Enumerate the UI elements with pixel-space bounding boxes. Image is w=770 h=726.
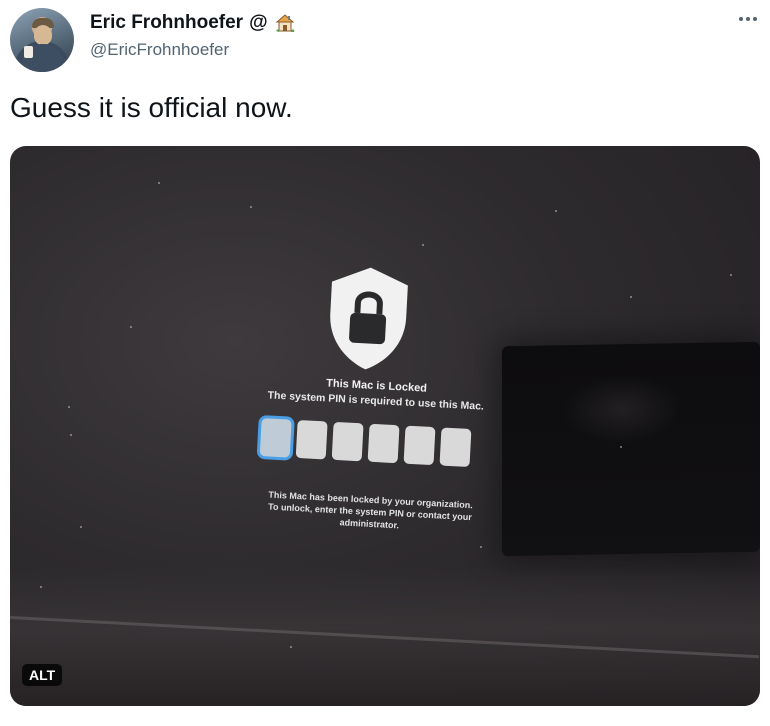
dust-speck: [40, 586, 42, 588]
pin-box[interactable]: [403, 425, 436, 466]
dust-speck: [290, 646, 292, 648]
pin-entry[interactable]: [259, 418, 472, 468]
author-display-name[interactable]: Eric Frohnhoefer: [90, 12, 243, 34]
dust-speck: [130, 326, 132, 328]
avatar[interactable]: [10, 8, 74, 72]
dust-speck: [80, 526, 82, 528]
dust-speck: [730, 274, 732, 276]
author-handle[interactable]: @EricFrohnhoefer: [90, 40, 229, 60]
pin-box[interactable]: [367, 423, 400, 464]
dust-speck: [620, 446, 622, 448]
pin-box[interactable]: [259, 418, 292, 458]
pin-box[interactable]: [439, 427, 472, 468]
alt-badge[interactable]: ALT: [22, 664, 63, 686]
house-icon: [275, 14, 294, 32]
tweet: Eric Frohnhoefer @ @EricFrohnhoefer Gues…: [0, 0, 770, 726]
dust-speck: [555, 210, 557, 212]
shield-lock-icon: [330, 267, 408, 370]
dust-speck: [70, 434, 72, 436]
avatar-face: [34, 25, 52, 45]
dust-speck: [68, 406, 70, 408]
mac-lock-screen: This Mac is Locked The system PIN is req…: [242, 260, 507, 573]
lock-footer: This Mac has been locked by your organiz…: [244, 487, 496, 536]
pin-box[interactable]: [295, 419, 328, 460]
tweet-media-photo[interactable]: This Mac is Locked The system PIN is req…: [10, 146, 760, 706]
author-name-row: Eric Frohnhoefer @: [90, 12, 296, 34]
dust-speck: [422, 244, 424, 246]
window-reflection: [502, 341, 760, 557]
pin-box[interactable]: [331, 421, 364, 462]
dust-speck: [158, 182, 160, 184]
more-icon[interactable]: [735, 12, 761, 26]
author-at-symbol: @: [249, 12, 268, 33]
tweet-text: Guess it is official now.: [10, 92, 293, 123]
dust-speck: [250, 206, 252, 208]
avatar-cup: [24, 46, 33, 58]
dust-speck: [630, 296, 632, 298]
